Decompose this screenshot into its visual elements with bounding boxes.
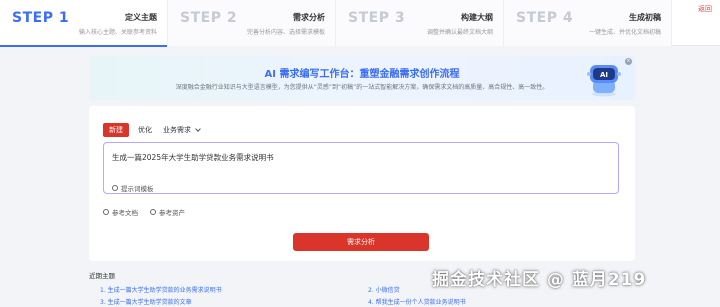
- ref-docs-button[interactable]: 参考文档: [103, 207, 138, 217]
- banner-subtitle: 深度融合金融行业知识与大型语言模型，为您提供从“灵感”到“初稿”的一站式智能解决…: [175, 84, 549, 91]
- step-description: 输入核心主题、关联参考资料: [78, 29, 157, 36]
- banner-title: AI 需求编写工作台：重塑金融需求创作流程: [264, 69, 460, 80]
- watermark: 掘金技术社区 @ 蓝月219: [432, 270, 647, 290]
- step-title: 定义主题: [125, 13, 157, 22]
- analyze-button[interactable]: 需求分析: [293, 233, 429, 251]
- steps-bar: STEP 1 定义主题 输入核心主题、关联参考资料 STEP 2 需求分析 完善…: [0, 0, 720, 47]
- doc-type-value: 业务需求: [163, 126, 191, 134]
- chevron-down-icon: [195, 126, 201, 132]
- ref-assets-label: 参考资产: [159, 209, 185, 217]
- ai-banner: AI 需求编写工作台：重塑金融需求创作流程 深度融合金融行业知识与大型语言模型，…: [89, 56, 635, 100]
- tab-optimize[interactable]: 优化: [132, 123, 158, 137]
- robot-label: AI: [600, 71, 608, 79]
- prompt-input[interactable]: 生成一篇2025年大学生助学贷款业务需求说明书 提示词模板: [103, 142, 619, 194]
- reference-links: 参考文档 参考资产: [103, 207, 197, 217]
- template-icon: [112, 185, 118, 191]
- tab-new[interactable]: 新建: [103, 123, 129, 137]
- step-1[interactable]: STEP 1 定义主题 输入核心主题、关联参考资料: [0, 0, 168, 47]
- step-description: 一键生成、并优化文档初稿: [588, 29, 661, 36]
- composer-card: 新建 优化 业务需求 生成一篇2025年大学生助学贷款业务需求说明书 提示词模板…: [89, 106, 635, 261]
- recent-topic-item[interactable]: 3. 生成一篇大学生助学贷款的文章: [100, 297, 192, 306]
- back-button[interactable]: 返回: [698, 4, 712, 14]
- step-description: 调整并确认最终文档大纲: [426, 29, 493, 36]
- step-title: 构建大纲: [461, 13, 493, 22]
- recent-topics-title: 近期主题: [89, 272, 115, 280]
- prompt-text: 生成一篇2025年大学生助学贷款业务需求说明书: [112, 153, 274, 162]
- recent-topic-item[interactable]: 4. 帮我生成一份个人贷款业务说明书: [368, 297, 466, 306]
- link-icon: [103, 209, 109, 215]
- mode-tabs: 新建 优化 业务需求: [103, 123, 201, 137]
- step-title: 需求分析: [293, 13, 325, 22]
- prompt-template-link[interactable]: 提示词模板: [112, 183, 154, 193]
- step-3[interactable]: STEP 3 构建大纲 调整并确认最终文档大纲: [336, 0, 504, 46]
- step-2[interactable]: STEP 2 需求分析 完善分析内容、选择需求模板: [168, 0, 336, 46]
- ref-docs-label: 参考文档: [112, 209, 138, 217]
- recent-topic-item[interactable]: 2. 小微信贷: [368, 285, 400, 294]
- recent-topic-item[interactable]: 1. 生成一篇大学生助学贷款的业务需求说明书: [100, 285, 222, 294]
- step-4[interactable]: STEP 4 生成初稿 一键生成、并优化文档初稿: [504, 0, 672, 46]
- prompt-template-label: 提示词模板: [121, 185, 154, 193]
- link-icon: [150, 209, 156, 215]
- step-description: 完善分析内容、选择需求模板: [246, 29, 325, 36]
- doc-type-select[interactable]: 业务需求: [163, 125, 201, 135]
- step-title: 生成初稿: [629, 13, 661, 22]
- close-icon[interactable]: ×: [625, 58, 632, 65]
- ref-assets-button[interactable]: 参考资产: [150, 207, 185, 217]
- robot-icon: AI: [587, 65, 621, 97]
